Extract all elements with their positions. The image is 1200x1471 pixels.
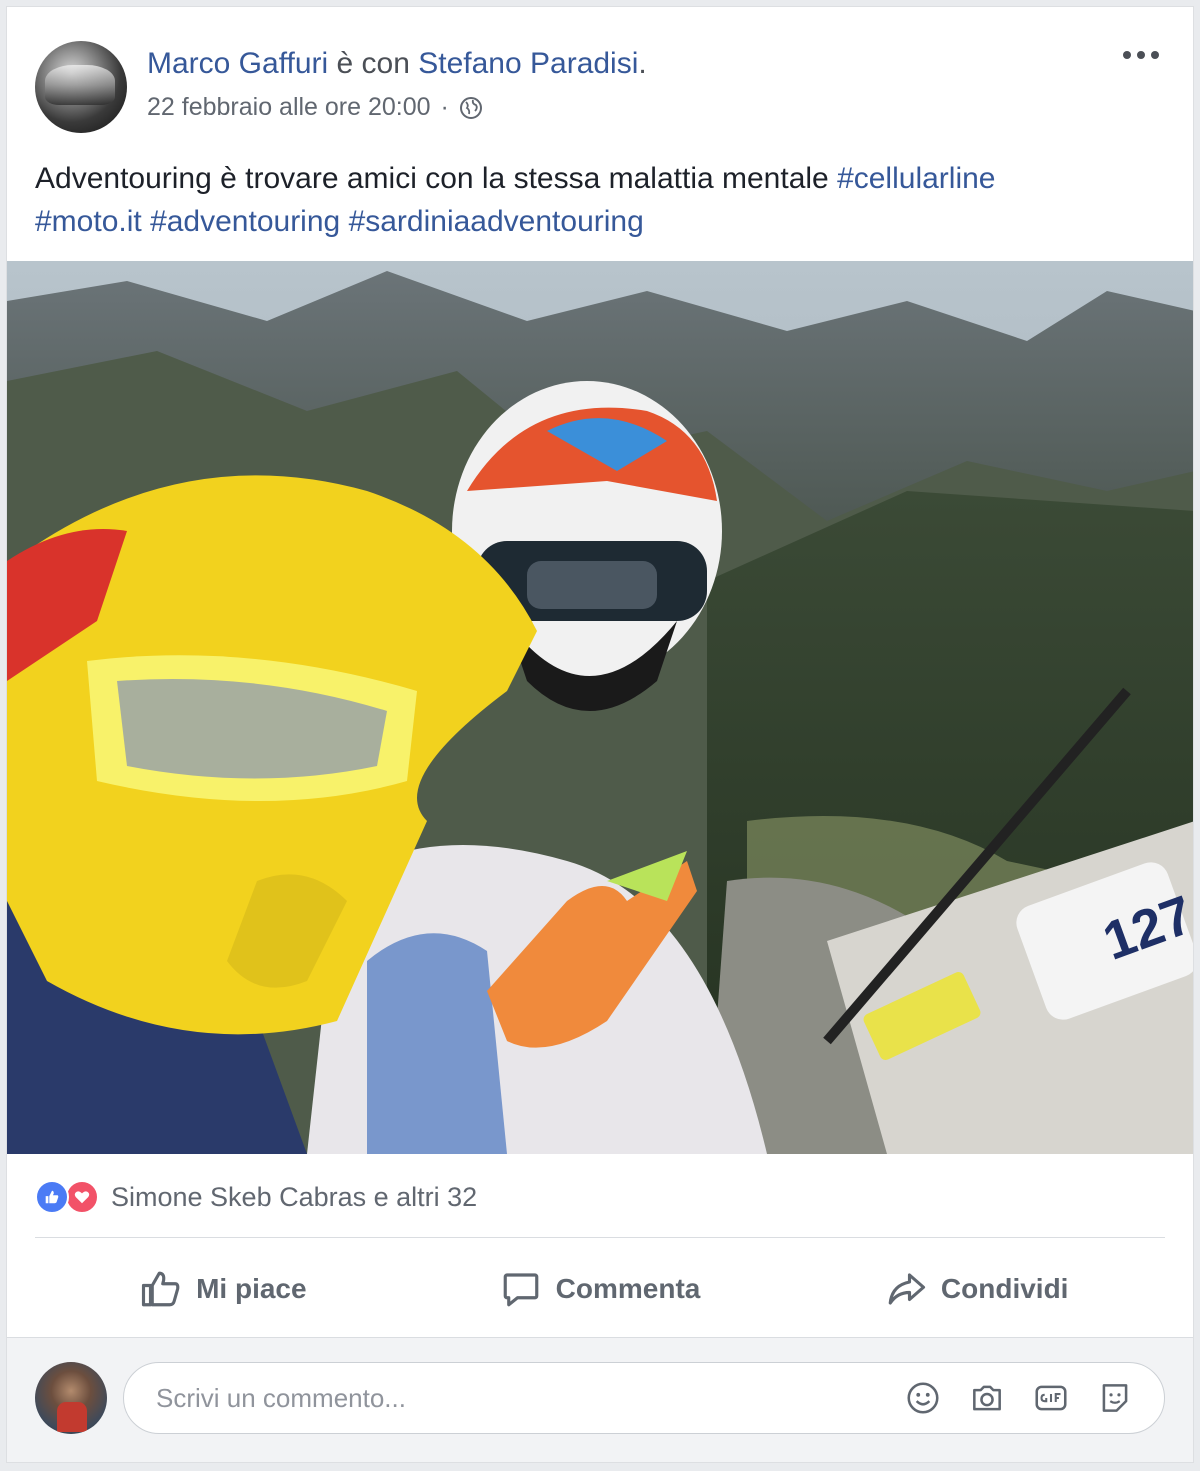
sticker-icon[interactable] <box>1096 1379 1134 1417</box>
divider <box>35 1237 1165 1238</box>
post-text: Adventouring è trovare amici con la stes… <box>35 157 1155 243</box>
post-meta: 22 febbraio alle ore 20:00 · <box>147 93 483 122</box>
like-icon <box>35 1180 69 1214</box>
post-text-body: Adventouring è trovare amici con la stes… <box>35 162 838 195</box>
comment-box[interactable] <box>123 1362 1165 1434</box>
comment-button[interactable]: Commenta <box>412 1247 789 1331</box>
current-user-avatar[interactable] <box>35 1362 107 1434</box>
hashtag-link[interactable]: #moto.it <box>35 205 142 238</box>
hashtag-link[interactable]: #cellularline <box>837 162 995 195</box>
gif-icon[interactable] <box>1032 1379 1070 1417</box>
tagged-suffix: . <box>638 47 647 80</box>
reactions-summary[interactable]: Simone Skeb Cabras e altri 32 <box>35 1177 477 1217</box>
comment-label: Commenta <box>555 1273 701 1304</box>
share-icon <box>888 1273 925 1305</box>
love-icon <box>65 1180 99 1214</box>
camera-icon[interactable] <box>968 1379 1006 1417</box>
post-timestamp[interactable]: 22 febbraio alle ore 20:00 <box>147 93 431 122</box>
like-button[interactable]: Mi piace <box>35 1247 412 1331</box>
hashtag-link[interactable]: #sardiniaadventouring <box>349 205 644 238</box>
more-options-icon[interactable] <box>1123 45 1167 65</box>
photo-illustration: 127 <box>7 261 1193 1154</box>
post-card: Marco Gaffuri è con Stefano Paradisi. 22… <box>6 6 1194 1463</box>
share-button[interactable]: Condividi <box>788 1247 1165 1331</box>
author-name-link[interactable]: Marco Gaffuri <box>147 47 328 80</box>
comment-input[interactable] <box>154 1381 858 1415</box>
author-avatar[interactable] <box>35 41 127 133</box>
like-label: Mi piace <box>196 1273 307 1304</box>
reactions-text[interactable]: Simone Skeb Cabras e altri 32 <box>111 1182 477 1213</box>
post-photo[interactable]: 127 <box>7 261 1193 1154</box>
hashtag-link[interactable]: #adventouring <box>150 205 340 238</box>
share-label: Condividi <box>940 1273 1069 1304</box>
meta-separator: · <box>440 93 449 121</box>
tagged-friend-link[interactable]: Stefano Paradisi <box>418 47 638 80</box>
comment-icon <box>503 1273 538 1307</box>
comment-tools <box>904 1379 1134 1417</box>
post-header: Marco Gaffuri è con Stefano Paradisi. 22… <box>7 7 1193 147</box>
thumbs-up-icon <box>142 1271 180 1307</box>
comment-composer <box>7 1338 1193 1462</box>
emoji-icon[interactable] <box>904 1379 942 1417</box>
with-text: è con <box>336 47 410 80</box>
action-bar: Mi piace Commenta Condividi <box>35 1247 1165 1331</box>
author-line: Marco Gaffuri è con Stefano Paradisi. <box>147 47 647 81</box>
globe-icon[interactable] <box>459 96 483 120</box>
